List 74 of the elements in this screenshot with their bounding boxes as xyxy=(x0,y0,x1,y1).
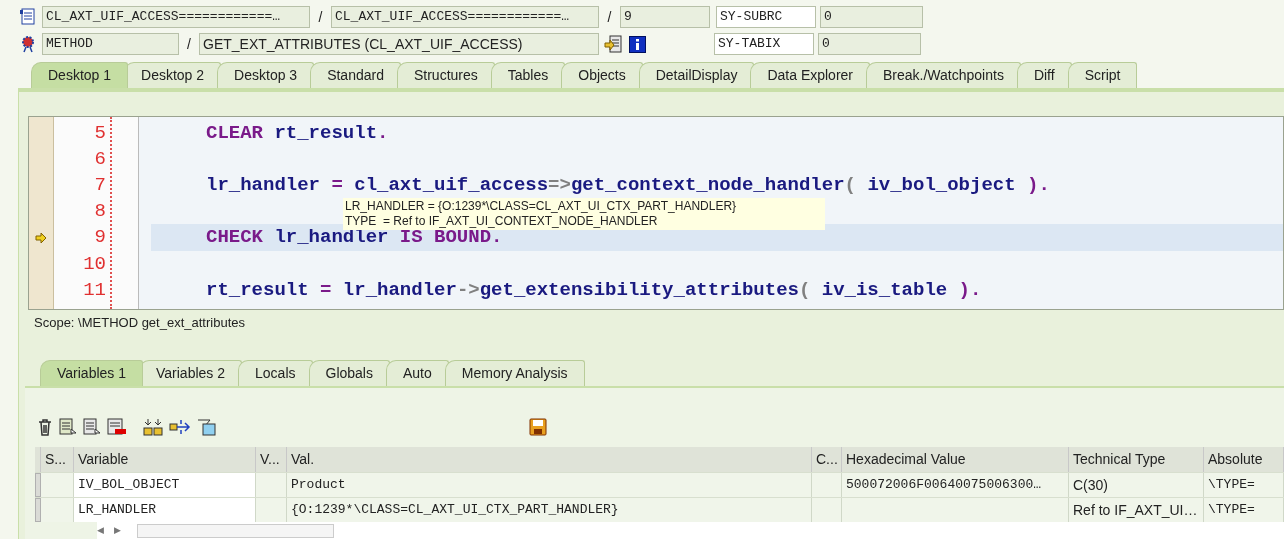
sysvar-value-field: 0 xyxy=(818,33,921,55)
table-cell: Product xyxy=(287,473,812,497)
column-header[interactable]: Hexadecimal Value xyxy=(842,447,1069,472)
list-icon[interactable] xyxy=(83,418,101,436)
sysvar-name-field[interactable]: SY-SUBRC xyxy=(716,6,816,28)
gear-icon xyxy=(20,35,36,53)
info-icon[interactable] xyxy=(629,35,646,53)
tab[interactable]: Objects xyxy=(561,62,643,88)
line-number: 5 xyxy=(93,120,107,146)
include-field: CL_AXT_UIF_ACCESS============… xyxy=(331,6,599,28)
tab[interactable]: Variables 1 xyxy=(40,360,143,386)
code-line: CHECK lr_handler IS BOUND. xyxy=(206,226,503,249)
line-field: 9 xyxy=(620,6,710,28)
sysvar-name-field[interactable]: SY-TABIX xyxy=(714,33,814,55)
tooltip-text: TYPE = Ref to IF_AXT_UI_CONTEXT_NODE_HANDLER xyxy=(345,213,659,229)
tooltip-text: LR_HANDLER = {O:1239*\CLASS=CL_AXT_UI_CTX_PART_HANDLER} xyxy=(345,198,738,214)
tab[interactable]: Standard xyxy=(310,62,401,88)
table-cell: 500072006F00640075006300… xyxy=(842,473,1069,497)
arrows-icon[interactable] xyxy=(169,418,191,436)
document-icon xyxy=(20,8,36,26)
event-field: GET_EXT_ATTRIBUTES (CL_AXT_UIF_ACCESS) xyxy=(199,33,599,55)
code-line: rt_result = lr_handler->get_extensibility_attributes( iv_is_table ). xyxy=(206,278,982,301)
line-number: 6 xyxy=(93,146,107,172)
table-cell: C(30) xyxy=(1069,473,1204,497)
tab[interactable]: Memory Analysis xyxy=(444,360,585,386)
scroll-right-button[interactable]: ▶ xyxy=(114,523,121,538)
event-type-field: METHOD xyxy=(42,33,179,55)
table-cell: LR_HANDLER xyxy=(74,498,256,522)
tab[interactable]: Break./Watchpoints xyxy=(866,62,1021,88)
tab[interactable]: Locals xyxy=(238,360,313,386)
save-icon[interactable] xyxy=(529,418,547,436)
scroll-left-button[interactable]: ◀ xyxy=(97,523,104,538)
line-number: 10 xyxy=(82,251,107,277)
list-remove-icon[interactable] xyxy=(107,418,127,436)
tab[interactable]: DetailDisplay xyxy=(638,62,755,88)
tab[interactable]: Diff xyxy=(1016,62,1072,88)
column-header[interactable]: Variable xyxy=(74,447,256,472)
table-cell: \TYPE= xyxy=(1204,473,1284,497)
column-header[interactable]: Val. xyxy=(287,447,812,472)
scope-label: Scope: \METHOD get_ext_attributes xyxy=(33,314,246,333)
tab[interactable]: Auto xyxy=(385,360,449,386)
separator-text: / xyxy=(317,7,324,27)
tab[interactable]: Desktop 1 xyxy=(31,62,129,88)
column-header[interactable]: Absolute xyxy=(1204,447,1284,472)
table-cell: {O:1239*\CLASS=CL_AXT_UI_CTX_PART_HANDLER} xyxy=(287,498,812,522)
separator-text: / xyxy=(606,7,613,27)
line-number: 7 xyxy=(93,173,107,199)
line-number: 11 xyxy=(82,277,107,303)
column-header[interactable]: Technical Type xyxy=(1069,447,1204,472)
table-cell: Ref to IF_AXT_UI… xyxy=(1069,498,1204,522)
column-header[interactable]: S... xyxy=(41,447,74,472)
code-line: lr_handler = cl_axt_uif_access=>get_context_node_handler( iv_bol_object ). xyxy=(206,174,1050,197)
tab[interactable]: Data Explorer xyxy=(750,62,870,88)
program-field: CL_AXT_UIF_ACCESS============… xyxy=(42,6,310,28)
navigate-icon[interactable] xyxy=(604,35,622,53)
table-cell: \TYPE= xyxy=(1204,498,1284,522)
line-number: 9 xyxy=(93,225,107,251)
line-number: 8 xyxy=(93,199,107,225)
column-header[interactable]: V... xyxy=(256,447,287,472)
scrollbar-thumb[interactable] xyxy=(137,523,334,538)
delete-icon[interactable] xyxy=(37,418,53,436)
tab[interactable]: Script xyxy=(1067,62,1138,88)
separator-text: / xyxy=(186,34,192,54)
tab[interactable]: Tables xyxy=(490,62,566,88)
code-line: CLEAR rt_result. xyxy=(206,121,389,144)
tab[interactable]: Structures xyxy=(396,62,495,88)
tab[interactable]: Desktop 3 xyxy=(217,62,315,88)
table-cell: IV_BOL_OBJECT xyxy=(74,473,256,497)
sort-icon[interactable] xyxy=(143,418,163,436)
tab[interactable]: Globals xyxy=(308,360,390,386)
filter-icon[interactable] xyxy=(197,418,217,436)
list-icon[interactable] xyxy=(59,418,77,436)
sysvar-value-field: 0 xyxy=(820,6,923,28)
column-header[interactable]: C... xyxy=(812,447,842,472)
